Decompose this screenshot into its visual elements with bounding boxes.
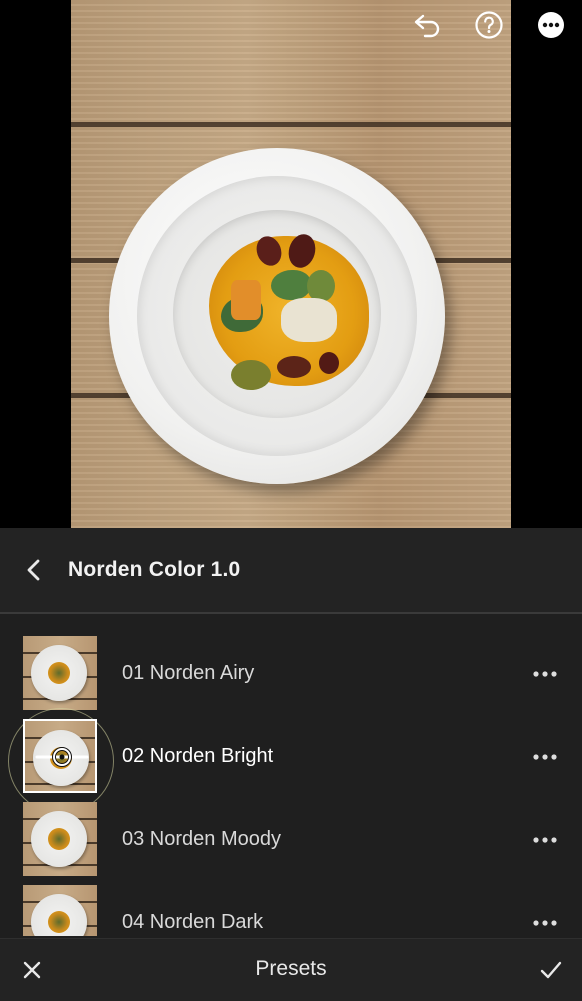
preset-group-header: Norden Color 1.0 bbox=[0, 528, 582, 612]
preset-label: 02 Norden Bright bbox=[122, 745, 274, 767]
photo-image bbox=[71, 0, 511, 528]
preset-row-norden-dark[interactable]: 04 Norden Dark bbox=[0, 863, 582, 936]
more-options-icon[interactable] bbox=[530, 828, 560, 852]
help-icon[interactable] bbox=[474, 10, 504, 40]
checkmark-icon[interactable] bbox=[536, 955, 566, 985]
preset-label: 03 Norden Moody bbox=[122, 828, 281, 850]
more-options-icon[interactable] bbox=[530, 911, 560, 935]
preset-label: 04 Norden Dark bbox=[122, 911, 264, 933]
preset-row-norden-bright[interactable]: 02 Norden Bright bbox=[0, 697, 582, 814]
amount-slider-icon bbox=[35, 747, 89, 767]
preset-group-title: Norden Color 1.0 bbox=[68, 558, 241, 581]
undo-icon[interactable] bbox=[412, 10, 442, 40]
preset-thumbnail bbox=[23, 885, 97, 936]
preset-row-norden-moody[interactable]: 03 Norden Moody bbox=[0, 780, 582, 876]
photo-canvas bbox=[0, 0, 582, 528]
chevron-left-icon[interactable] bbox=[18, 554, 50, 586]
bottom-bar: Presets bbox=[0, 938, 582, 1001]
preset-panel: Norden Color 1.0 01 Norden Airy 02 Norde… bbox=[0, 528, 582, 1000]
preset-label: 01 Norden Airy bbox=[122, 662, 255, 684]
preset-list: 01 Norden Airy 02 Norden Bright 03 Norde… bbox=[0, 614, 582, 936]
more-options-icon[interactable] bbox=[530, 745, 560, 769]
preset-row-norden-airy[interactable]: 01 Norden Airy bbox=[0, 614, 582, 710]
more-icon[interactable] bbox=[536, 10, 566, 40]
bottom-bar-title: Presets bbox=[255, 957, 327, 980]
more-options-icon[interactable] bbox=[530, 662, 560, 686]
